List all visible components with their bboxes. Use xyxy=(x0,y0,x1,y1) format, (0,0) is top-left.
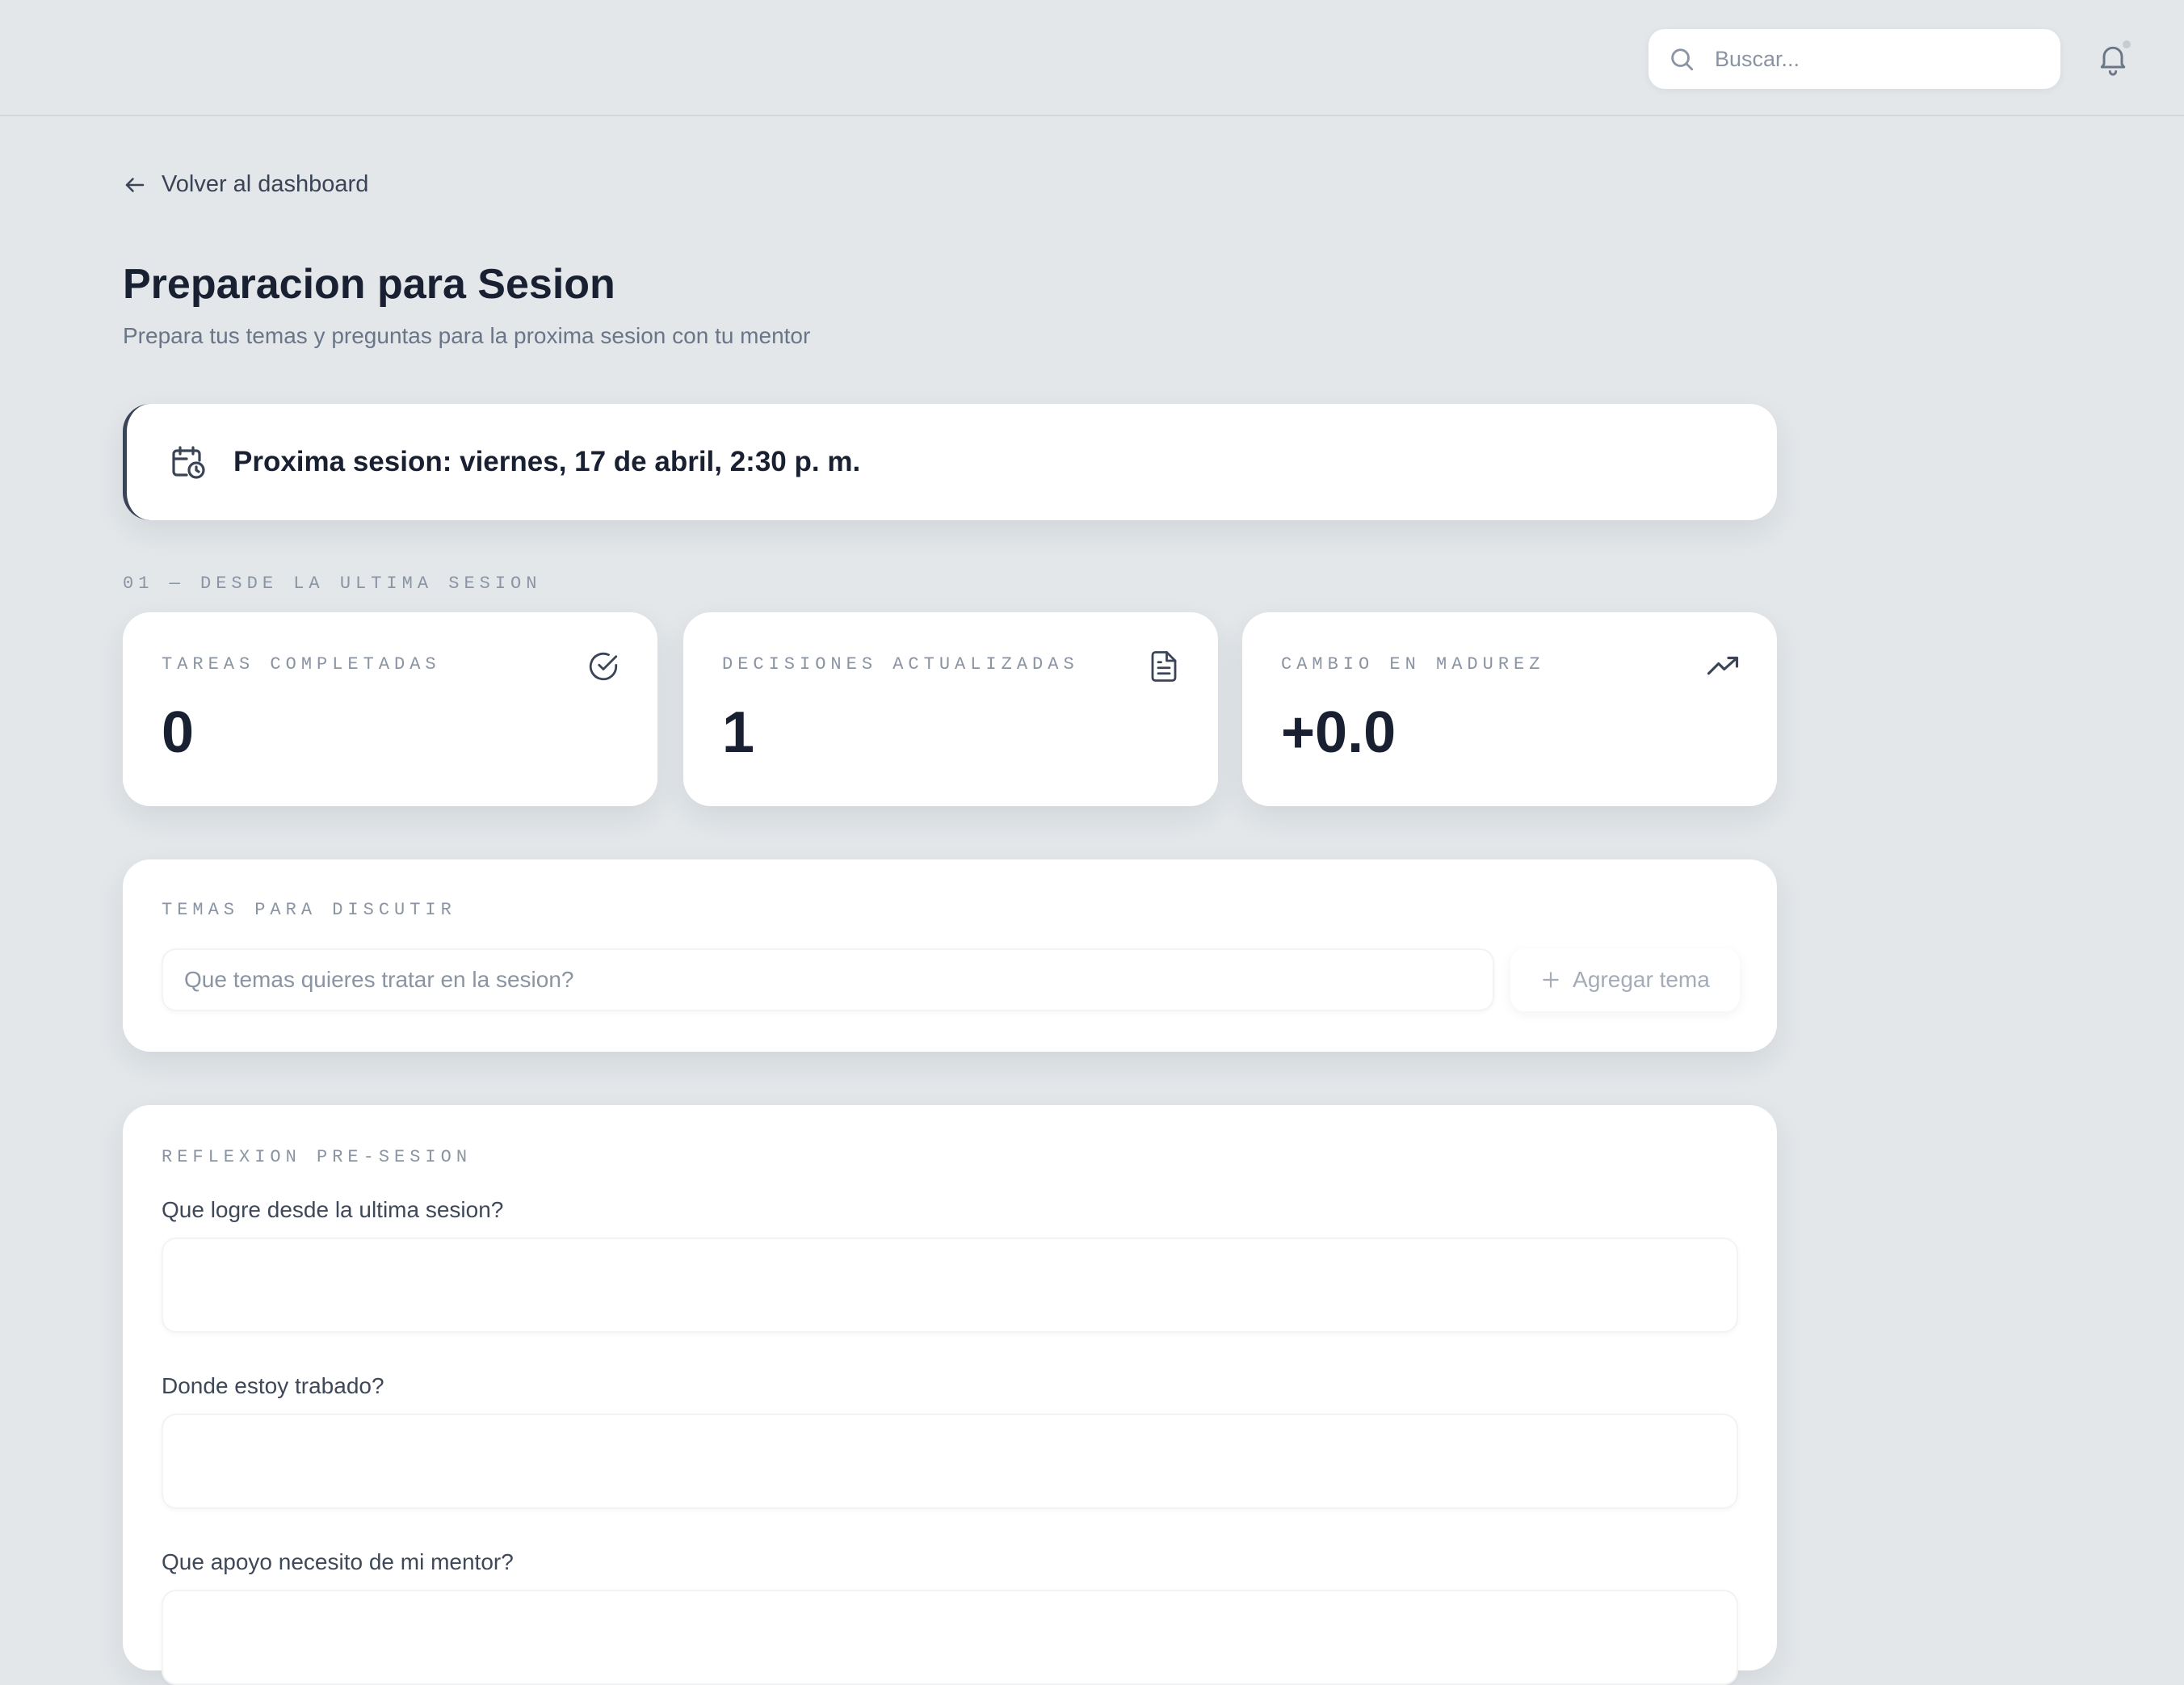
stat-value: 1 xyxy=(722,700,755,765)
reflection-card: REFLEXION PRE-SESION Que logre desde la … xyxy=(123,1105,1777,1685)
since-last-section-label: 01 — DESDE LA ULTIMA SESION xyxy=(123,574,542,594)
page-subtitle: Prepara tus temas y preguntas para la pr… xyxy=(123,323,811,348)
notification-dot xyxy=(2123,40,2131,48)
add-topic-label: Agregar tema xyxy=(1573,967,1710,992)
next-session-card: Proxima sesion: viernes, 17 de abril, 2:… xyxy=(123,404,1777,520)
trending-up-icon xyxy=(1707,656,1739,675)
back-link-label: Volver al dashboard xyxy=(162,171,369,197)
stat-card-decisions: DECISIONES ACTUALIZADAS 1 xyxy=(683,612,1218,806)
topic-input[interactable] xyxy=(162,948,1494,1011)
question-label-achievements: Que logre desde la ultima sesion? xyxy=(162,1197,504,1222)
stat-card-tasks: TAREAS COMPLETADAS 0 xyxy=(123,612,657,806)
topics-card: TEMAS PARA DISCUTIR Agregar tema xyxy=(123,859,1777,1052)
stat-label: CAMBIO EN MADUREZ xyxy=(1281,654,1545,674)
arrow-left-icon xyxy=(125,177,145,192)
stat-value: 0 xyxy=(162,700,195,765)
back-to-dashboard-link[interactable]: Volver al dashboard xyxy=(123,171,368,198)
search-input[interactable] xyxy=(1713,45,2039,73)
top-bar xyxy=(0,0,2184,116)
search-icon xyxy=(1671,48,1694,71)
search-box[interactable] xyxy=(1648,29,2060,89)
topics-section-label: TEMAS PARA DISCUTIR xyxy=(162,900,456,920)
add-topic-button[interactable]: Agregar tema xyxy=(1510,948,1740,1011)
answer-support[interactable] xyxy=(162,1590,1738,1685)
check-circle-icon xyxy=(589,652,618,681)
calendar-clock-icon xyxy=(172,446,205,479)
plus-icon xyxy=(1543,972,1559,988)
notifications-button[interactable] xyxy=(2095,39,2131,78)
stat-label: DECISIONES ACTUALIZADAS xyxy=(722,654,1079,674)
stat-card-maturity: CAMBIO EN MADUREZ +0.0 xyxy=(1242,612,1777,806)
answer-achievements[interactable] xyxy=(162,1237,1738,1333)
document-icon xyxy=(1151,651,1177,682)
answer-stuck[interactable] xyxy=(162,1414,1738,1509)
question-label-support: Que apoyo necesito de mi mentor? xyxy=(162,1549,514,1574)
stat-label: TAREAS COMPLETADAS xyxy=(162,654,441,674)
next-session-label: Proxima sesion: viernes, 17 de abril, 2:… xyxy=(233,446,861,477)
stat-value: +0.0 xyxy=(1281,700,1396,765)
reflection-section-label: REFLEXION PRE-SESION xyxy=(162,1147,472,1167)
question-label-stuck: Donde estoy trabado? xyxy=(162,1373,384,1398)
page-title: Preparacion para Sesion xyxy=(123,261,615,308)
